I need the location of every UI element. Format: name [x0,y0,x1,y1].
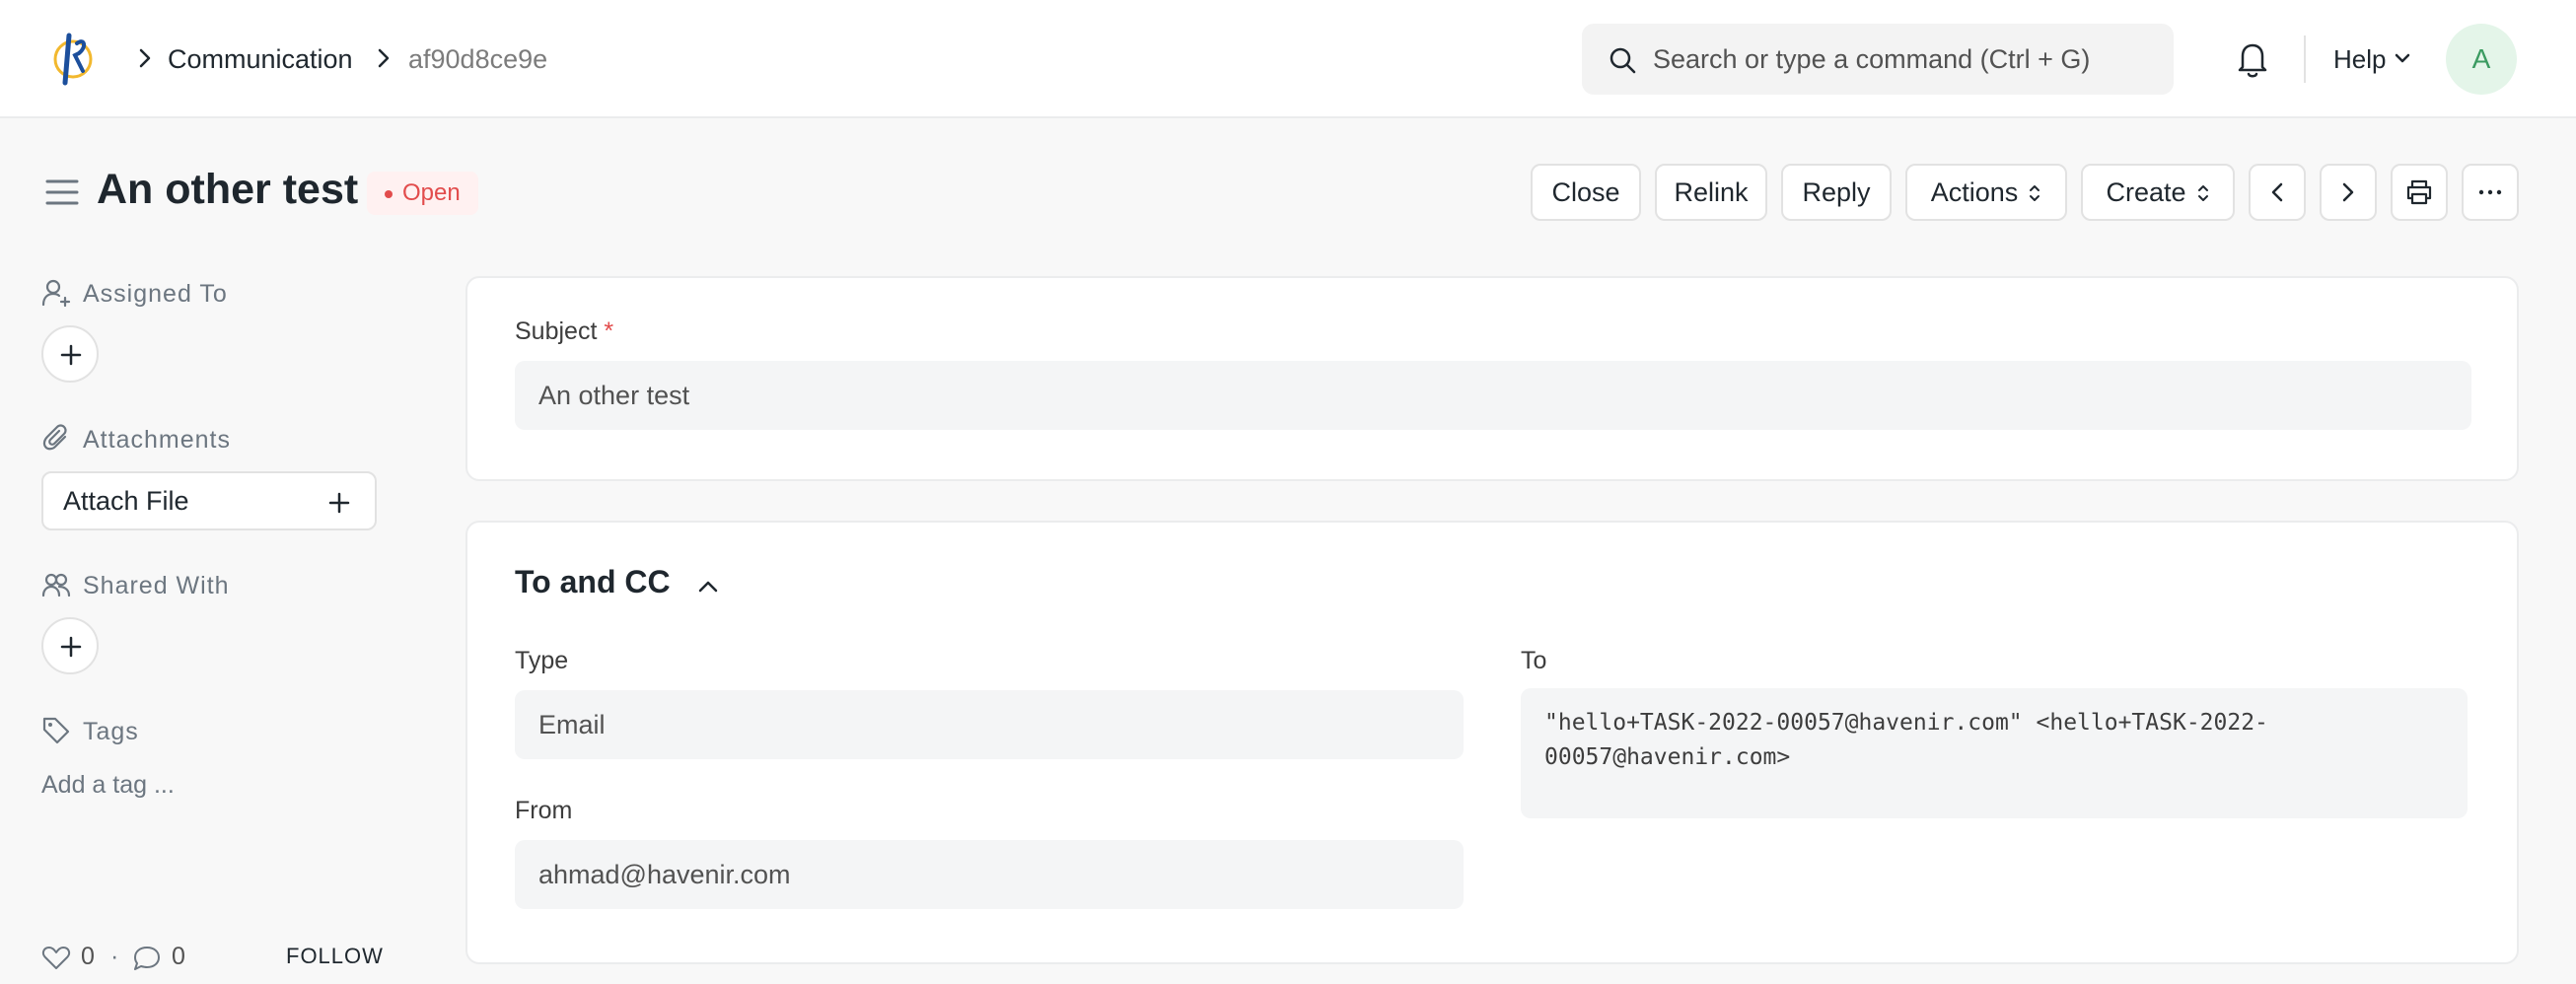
type-field[interactable]: Email [515,690,1464,759]
status-badge: Open [367,172,478,215]
comment-icon[interactable] [132,945,162,972]
to-and-cc-section: To and CC Type Email From ahmad@havenir.… [465,521,2519,964]
more-options-button[interactable] [2462,164,2519,221]
actions-label: Actions [1930,177,2019,207]
updown-chevron-icon [2197,185,2208,201]
from-field[interactable]: ahmad@havenir.com [515,840,1464,909]
help-menu[interactable]: Help [2333,43,2386,75]
updown-chevron-icon [2030,185,2040,201]
actions-dropdown[interactable]: Actions [1905,164,2067,221]
close-button[interactable]: Close [1531,164,1641,221]
subject-label-text: Subject [515,317,598,345]
plus-icon [328,492,350,514]
user-avatar[interactable]: A [2446,24,2517,95]
sidebar-toggle-icon[interactable] [45,177,79,207]
shared-with-label: Shared With [83,572,230,599]
heart-icon[interactable] [41,945,71,970]
assigned-user-icon [41,279,71,308]
attach-file-button[interactable]: Attach File [41,471,377,530]
search-icon [1610,47,1636,74]
to-field[interactable]: "hello+TASK-2022-00057@havenir.com" <hel… [1521,688,2468,818]
breadcrumb-chevron-icon [139,48,151,68]
relink-button[interactable]: Relink [1655,164,1767,221]
more-horizontal-icon [2478,189,2502,195]
assigned-to-label: Assigned To [83,280,228,308]
paperclip-icon [42,424,67,451]
chevron-right-icon [2342,182,2354,202]
breadcrumb-document-id[interactable]: af90d8ce9e [408,43,547,75]
from-label: From [515,797,573,824]
follow-button[interactable]: FOLLOW [286,941,384,972]
create-dropdown[interactable]: Create [2081,164,2235,221]
type-label: Type [515,647,569,674]
attach-file-label: Attach File [63,486,189,516]
add-assignee-button[interactable] [41,325,99,383]
print-button[interactable] [2391,164,2448,221]
like-count: 0 [81,943,95,970]
subject-label: Subject * [515,316,613,347]
tag-icon [42,717,70,744]
subject-field[interactable]: An other test [515,361,2471,430]
chevron-up-icon[interactable] [696,578,720,594]
page-title: An other test [97,166,359,213]
shared-users-icon [41,573,71,597]
plus-icon [60,636,82,658]
tags-label: Tags [83,718,139,745]
subject-card: Subject * An other test [465,276,2519,481]
printer-icon [2406,179,2432,205]
plus-icon [60,344,82,366]
chevron-left-icon [2271,182,2283,202]
status-text: Open [402,179,461,206]
navbar-divider [2304,35,2306,83]
stats-separator: · [110,943,119,970]
previous-button[interactable] [2249,164,2306,221]
to-label: To [1521,647,1547,674]
add-share-button[interactable] [41,617,99,674]
next-button[interactable] [2320,164,2377,221]
breadcrumb-chevron-icon [378,48,390,68]
breadcrumb-communication[interactable]: Communication [168,43,353,75]
create-label: Create [2106,177,2186,207]
attachments-label: Attachments [83,426,231,454]
search-bar[interactable]: Search or type a command (Ctrl + G) [1582,24,2174,95]
comment-count: 0 [172,943,185,970]
chevron-down-icon[interactable] [2393,51,2412,67]
reply-button[interactable]: Reply [1781,164,1892,221]
required-asterisk: * [604,317,614,345]
add-tag-link[interactable]: Add a tag ... [41,769,175,801]
navbar: Communication af90d8ce9e Search or type … [0,0,2576,118]
search-placeholder[interactable]: Search or type a command (Ctrl + G) [1653,43,2090,75]
section-title[interactable]: To and CC [515,562,671,601]
notification-bell-icon[interactable] [2235,39,2270,79]
status-dot [385,190,393,198]
app-logo-icon[interactable] [51,26,99,91]
